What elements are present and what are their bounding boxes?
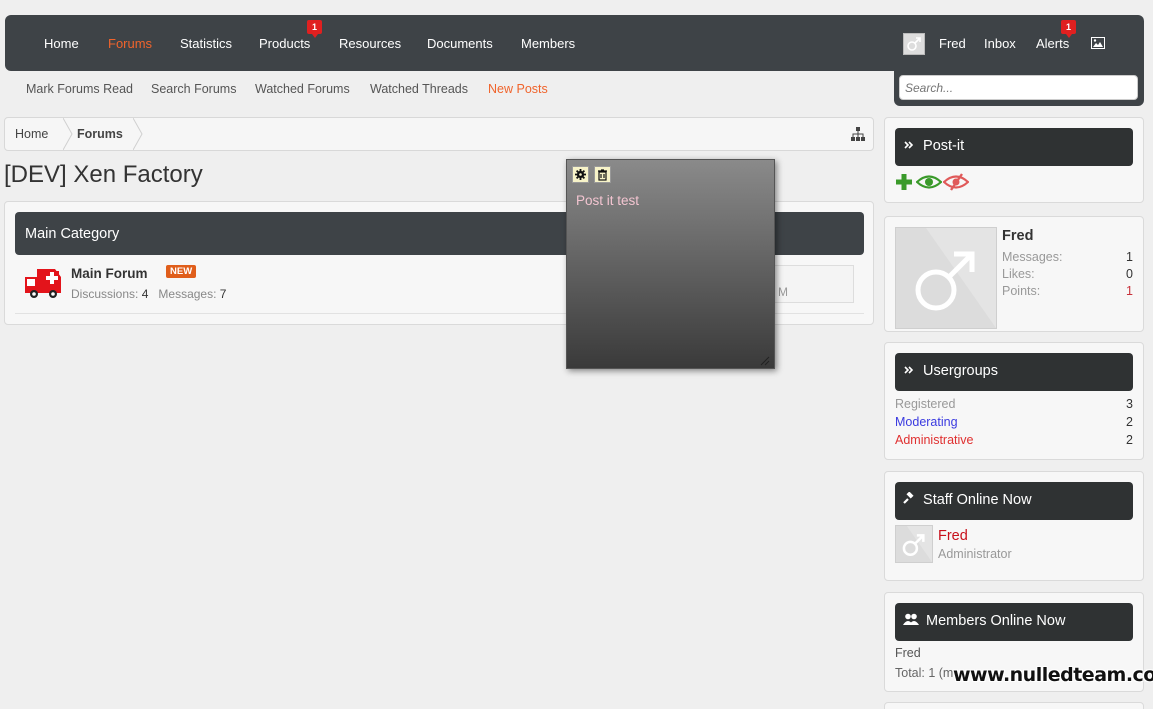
male-symbol-icon — [915, 228, 996, 328]
staff-online-widget: Staff Online Now Fred Administrator — [884, 471, 1144, 581]
show-icon[interactable] — [915, 175, 943, 192]
users-icon — [903, 613, 920, 630]
image-icon[interactable] — [1091, 37, 1105, 52]
stat-label: Messages: — [1002, 250, 1063, 264]
breadcrumb-separator — [63, 118, 73, 150]
nav-products[interactable]: Products — [259, 36, 310, 51]
online-member-link[interactable]: Fred — [895, 646, 921, 660]
profile-name[interactable]: Fred — [1002, 228, 1033, 244]
group-count: 2 — [1126, 415, 1133, 429]
last-post-text: M — [778, 285, 788, 299]
page-title: [DEV] Xen Factory — [4, 161, 203, 188]
group-label: Registered — [895, 397, 956, 411]
staff-name-link[interactable]: Fred — [938, 528, 968, 544]
group-label: Administrative — [895, 433, 974, 447]
stat-value[interactable]: 1 — [1126, 250, 1133, 264]
members-online-title: Members Online Now — [926, 613, 1066, 629]
male-symbol-icon — [902, 526, 932, 562]
resize-handle-icon[interactable] — [760, 354, 770, 366]
profile-stat-points: Points: 1 — [1002, 284, 1133, 298]
sitemap-icon[interactable] — [851, 127, 865, 141]
usergroup-administrative[interactable]: Administrative 2 — [895, 433, 1133, 447]
discussions-label: Discussions: — [71, 287, 139, 301]
double-chevron-icon — [903, 139, 917, 155]
group-label: Moderating — [895, 415, 958, 429]
usergroups-widget: Usergroups Registered 3 Moderating 2 Admin… — [884, 342, 1144, 460]
nav-documents[interactable]: Documents — [427, 36, 493, 51]
nav-user-fred[interactable]: Fred — [939, 36, 966, 51]
staff-role: Administrator — [938, 547, 1012, 561]
discussions-count: 4 — [141, 287, 149, 301]
profile-stat-likes: Likes: 0 — [1002, 267, 1133, 281]
top-navigation: Home Forums Statistics Products 1 Resour… — [5, 15, 1144, 71]
breadcrumb: Home Forums — [4, 117, 874, 151]
nav-home[interactable]: Home — [44, 36, 79, 51]
search-input[interactable] — [899, 75, 1138, 100]
nav-statistics[interactable]: Statistics — [180, 36, 232, 51]
subnav-watched-threads[interactable]: Watched Threads — [370, 82, 468, 96]
group-count: 3 — [1126, 397, 1133, 411]
alerts-badge: 1 — [1061, 20, 1076, 38]
products-badge: 1 — [307, 20, 322, 38]
postit-widget-title: Post-it — [923, 138, 965, 154]
stat-label: Points: — [1002, 284, 1041, 298]
stat-label: Likes: — [1002, 267, 1035, 281]
staff-avatar[interactable] — [895, 525, 933, 563]
nav-forums[interactable]: Forums — [108, 36, 152, 51]
subnav-watched-forums[interactable]: Watched Forums — [255, 82, 350, 96]
subnav-mark-forums-read[interactable]: Mark Forums Read — [26, 82, 133, 96]
messages-count: 7 — [219, 287, 227, 301]
usergroups-title: Usergroups — [923, 363, 998, 379]
nav-inbox[interactable]: Inbox — [984, 36, 1016, 51]
add-icon[interactable] — [895, 173, 913, 194]
watermark: www.nulledteam.com — [953, 664, 1153, 686]
gear-icon[interactable] — [572, 166, 589, 183]
ambulance-icon — [25, 265, 65, 301]
trash-icon[interactable] — [594, 166, 611, 183]
profile-avatar[interactable] — [895, 227, 997, 329]
breadcrumb-current[interactable]: Forums — [77, 127, 123, 141]
search-bar — [894, 71, 1144, 106]
nav-resources[interactable]: Resources — [339, 36, 401, 51]
staff-online-header: Staff Online Now — [895, 482, 1133, 520]
stat-value[interactable]: 1 — [1126, 284, 1133, 298]
postit-widget: Post-it — [884, 117, 1144, 203]
messages-label: Messages: — [158, 287, 217, 301]
user-avatar-icon[interactable] — [903, 33, 925, 55]
subnav-search-forums[interactable]: Search Forums — [151, 82, 236, 96]
usergroups-header: Usergroups — [895, 353, 1133, 391]
nav-members[interactable]: Members — [521, 36, 575, 51]
postit-note[interactable]: Post it test — [566, 159, 775, 369]
group-count: 2 — [1126, 433, 1133, 447]
postit-text[interactable]: Post it test — [576, 193, 639, 208]
gavel-icon — [903, 491, 917, 509]
nav-alerts[interactable]: Alerts — [1036, 36, 1069, 51]
online-total: Total: 1 (m — [895, 666, 954, 680]
profile-stat-messages: Messages: 1 — [1002, 250, 1133, 264]
usergroup-registered[interactable]: Registered 3 — [895, 397, 1133, 411]
profile-widget: Fred Messages: 1 Likes: 0 Points: 1 — [884, 216, 1144, 332]
next-widget-edge — [884, 702, 1144, 709]
forum-stats: Discussions: 4 Messages: 7 — [71, 287, 226, 301]
breadcrumb-home[interactable]: Home — [15, 127, 48, 141]
members-online-header: Members Online Now — [895, 603, 1133, 641]
postit-widget-header: Post-it — [895, 128, 1133, 166]
last-post-box[interactable]: M — [765, 265, 854, 303]
stat-value: 0 — [1126, 267, 1133, 281]
hide-icon[interactable] — [942, 173, 970, 194]
subnav-new-posts[interactable]: New Posts — [488, 82, 548, 96]
new-badge: NEW — [166, 265, 197, 278]
breadcrumb-separator — [133, 118, 143, 150]
double-chevron-icon — [903, 364, 917, 380]
forum-title-link[interactable]: Main Forum — [71, 266, 148, 281]
usergroup-moderating[interactable]: Moderating 2 — [895, 415, 1133, 429]
staff-online-title: Staff Online Now — [923, 492, 1032, 508]
